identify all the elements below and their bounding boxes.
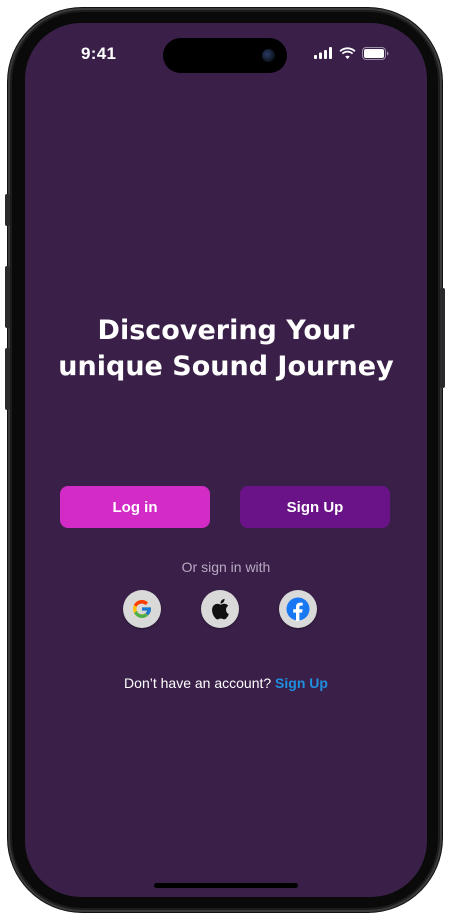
signup-button[interactable]: Sign Up <box>240 486 390 528</box>
title-line-2: unique Sound Journey <box>58 351 394 382</box>
apple-signin-button[interactable] <box>201 590 239 628</box>
status-icons <box>314 46 389 60</box>
power-button <box>440 288 445 388</box>
volume-up-button <box>5 266 10 328</box>
signup-prompt-text: Don’t have an account? <box>124 675 272 691</box>
cellular-signal-icon <box>314 47 332 59</box>
signup-prompt: Don’t have an account? Sign Up <box>25 675 427 691</box>
home-indicator[interactable] <box>154 883 298 888</box>
volume-down-button <box>5 348 10 410</box>
battery-icon <box>362 46 389 60</box>
login-button[interactable]: Log in <box>60 486 210 528</box>
title-line-1: Discovering Your <box>97 315 355 346</box>
wifi-icon <box>339 47 356 59</box>
action-button <box>5 194 10 226</box>
social-caption: Or sign in with <box>181 559 271 575</box>
app-screen: 9:41 Discovering Your unique Sound Journ… <box>25 23 427 897</box>
status-time: 9:41 <box>81 44 117 63</box>
dynamic-island <box>163 38 287 73</box>
signup-link[interactable]: Sign Up <box>275 675 328 691</box>
status-bar: 9:41 <box>25 23 427 83</box>
facebook-icon <box>286 597 310 621</box>
front-camera <box>262 49 275 62</box>
apple-icon <box>212 598 229 620</box>
google-icon <box>133 600 151 618</box>
page-title: Discovering Your unique Sound Journey <box>25 313 427 385</box>
facebook-signin-button[interactable] <box>279 590 317 628</box>
google-signin-button[interactable] <box>123 590 161 628</box>
